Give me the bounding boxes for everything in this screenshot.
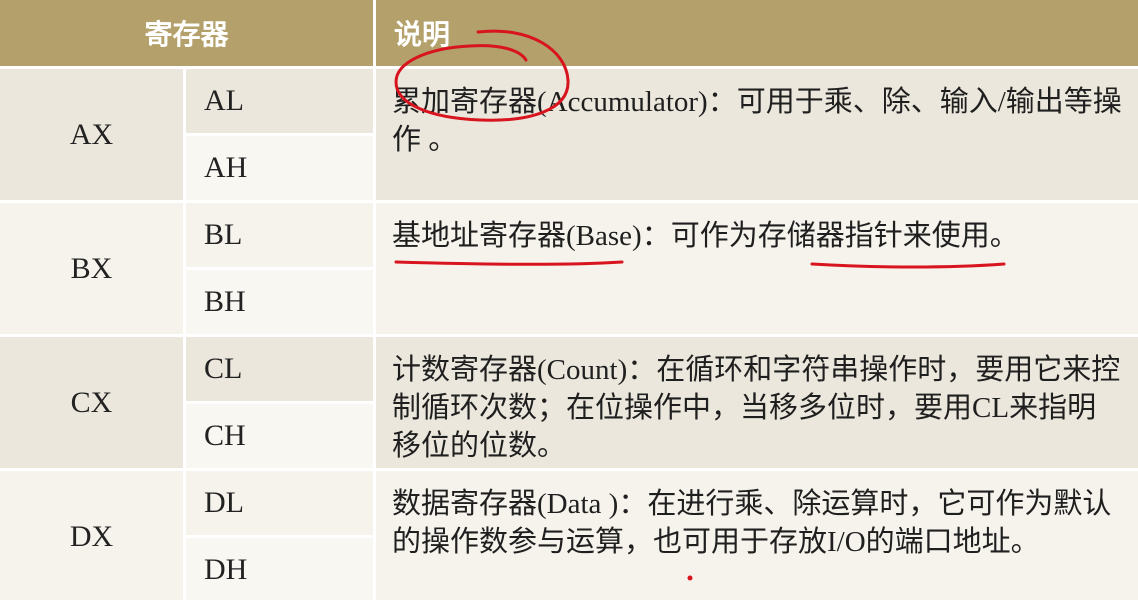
register-low-byte: CL <box>186 337 377 404</box>
table-header-row: 寄存器 说明 <box>0 0 1138 69</box>
register-description: 基地址寄存器(Base)：可作为存储器指针来使用。 <box>376 203 1138 337</box>
header-description: 说明 <box>376 0 1138 69</box>
table-row-dx: DX DL 数据寄存器(Data )：在进行乘、除运算时，它可作为默认的操作数参… <box>0 471 1138 600</box>
table-row-cx: CX CL 计数寄存器(Count)：在循环和字符串操作时，要用它来控制循环次数… <box>0 337 1138 471</box>
register-description: 累加寄存器(Accumulator)：可用于乘、除、输入/输出等操作 。 <box>376 69 1138 203</box>
register-table-slide: 寄存器 说明 AX AL 累加寄存器(Accumulator)：可用于乘、除、输… <box>0 0 1138 600</box>
register-16bit: DX <box>0 471 186 600</box>
table-row-bx: BX BL 基地址寄存器(Base)：可作为存储器指针来使用。 <box>0 203 1138 337</box>
table-row-ax: AX AL 累加寄存器(Accumulator)：可用于乘、除、输入/输出等操作… <box>0 69 1138 203</box>
register-table: 寄存器 说明 AX AL 累加寄存器(Accumulator)：可用于乘、除、输… <box>0 0 1138 600</box>
register-16bit: CX <box>0 337 186 471</box>
register-description: 计数寄存器(Count)：在循环和字符串操作时，要用它来控制循环次数；在位操作中… <box>376 337 1138 471</box>
register-high-byte: CH <box>186 404 377 471</box>
register-high-byte: DH <box>186 538 377 600</box>
register-high-byte: AH <box>186 136 377 203</box>
register-description: 数据寄存器(Data )：在进行乘、除运算时，它可作为默认的操作数参与运算，也可… <box>376 471 1138 600</box>
register-high-byte: BH <box>186 270 377 337</box>
register-16bit: BX <box>0 203 186 337</box>
register-16bit: AX <box>0 69 186 203</box>
register-low-byte: AL <box>186 69 377 136</box>
register-low-byte: DL <box>186 471 377 538</box>
register-low-byte: BL <box>186 203 377 270</box>
header-register: 寄存器 <box>0 0 377 69</box>
